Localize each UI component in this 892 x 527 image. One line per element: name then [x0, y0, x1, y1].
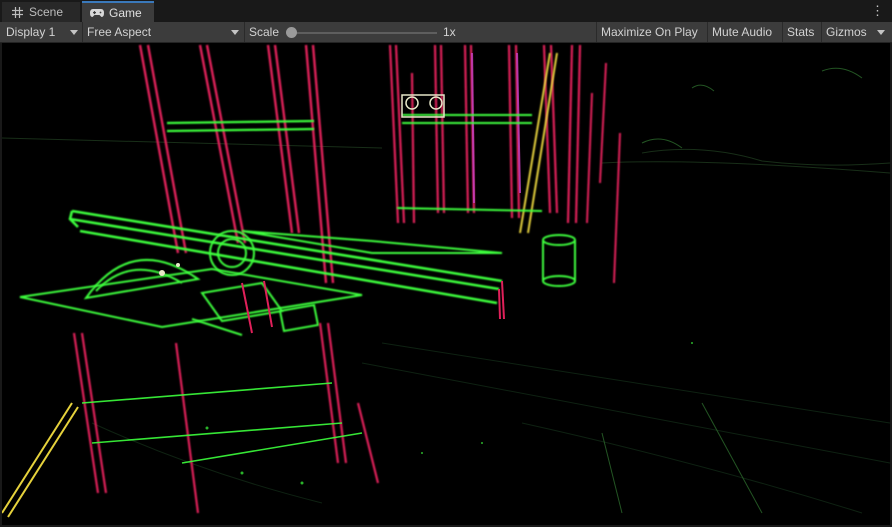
tab-bar: Scene Game ⋮ — [0, 0, 892, 22]
display-dropdown[interactable]: Display 1 — [2, 22, 81, 42]
scale-slider-handle[interactable] — [286, 27, 297, 38]
scale-value: 1x — [439, 22, 469, 42]
tab-game-label: Game — [109, 5, 142, 20]
chevron-down-icon — [231, 30, 239, 35]
game-viewport[interactable] — [2, 43, 890, 525]
grid-icon — [10, 5, 24, 19]
tab-game[interactable]: Game — [82, 1, 154, 22]
gizmos-toggle[interactable]: Gizmos — [822, 22, 872, 42]
scale-label-text: Scale — [249, 25, 280, 39]
scale-slider-track[interactable] — [292, 32, 437, 34]
maximize-on-play-toggle[interactable]: Maximize On Play — [597, 22, 706, 42]
scale-label: Scale — [245, 22, 285, 42]
mute-audio-toggle[interactable]: Mute Audio — [708, 22, 781, 42]
gizmos-label: Gizmos — [826, 25, 867, 39]
tab-scene-label: Scene — [29, 5, 64, 19]
maximize-on-play-label: Maximize On Play — [601, 25, 698, 39]
gizmos-dropdown[interactable] — [872, 22, 890, 42]
display-dropdown-label: Display 1 — [6, 25, 56, 39]
aspect-dropdown[interactable]: Free Aspect — [83, 22, 243, 42]
stats-toggle[interactable]: Stats — [783, 22, 820, 42]
game-toolbar: Display 1 Free Aspect Scale 1x Maximize … — [0, 22, 892, 43]
chevron-down-icon — [70, 30, 78, 35]
scale-value-text: 1x — [443, 25, 456, 39]
gamepad-icon — [90, 6, 104, 20]
more-options-icon[interactable]: ⋮ — [871, 4, 884, 18]
stats-label: Stats — [787, 25, 815, 39]
chevron-down-icon — [877, 30, 885, 35]
tab-scene[interactable]: Scene — [2, 2, 80, 22]
edge-detect-render — [2, 43, 890, 525]
mute-audio-label: Mute Audio — [712, 25, 773, 39]
aspect-dropdown-label: Free Aspect — [87, 25, 152, 39]
